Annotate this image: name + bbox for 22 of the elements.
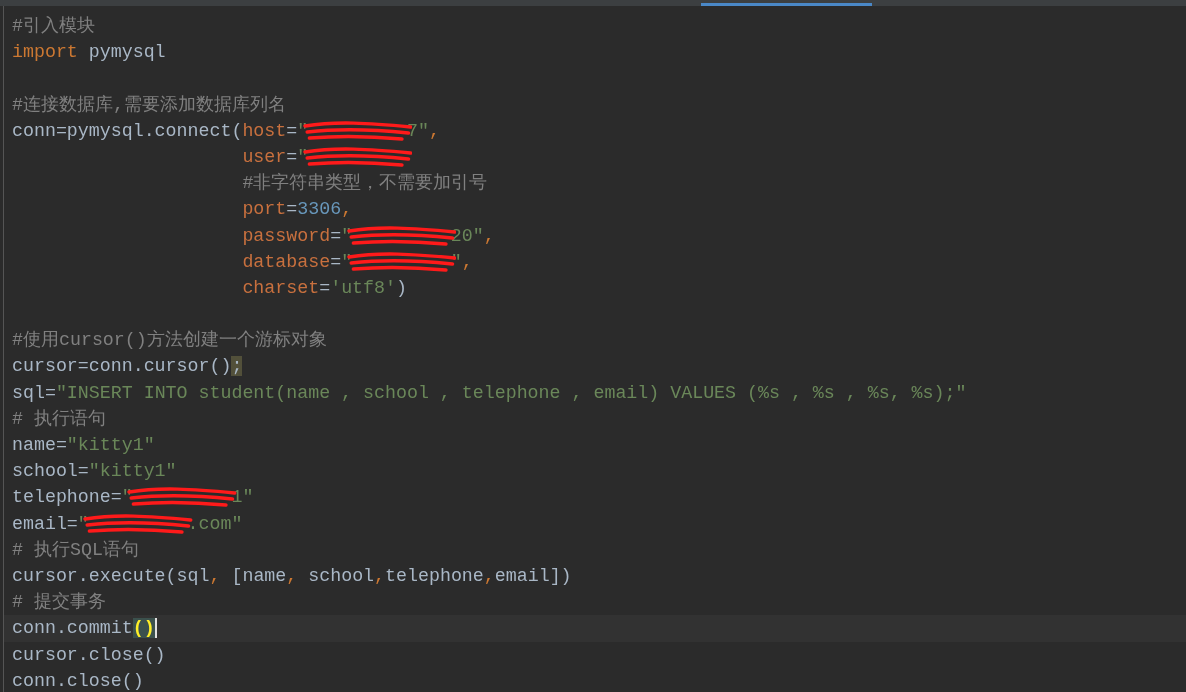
code-line: cursor=conn.cursor();: [12, 356, 243, 377]
code-line: import pymysql: [12, 42, 166, 63]
code-line: charset='utf8'): [242, 277, 407, 298]
code-line: sql="INSERT INTO student(name , school , telephone , email) VALUES (%s , %s , %s, %s);": [12, 382, 967, 403]
code-line: port=3306,: [242, 199, 353, 220]
code-line: 7",: [407, 120, 440, 141]
code-line: #引入模块: [12, 16, 95, 36]
code-line: #连接数据库,需要添加数据库列名: [12, 94, 286, 115]
code-line: conn.close(): [12, 670, 144, 691]
code-line: name="kitty1": [12, 435, 155, 455]
code-line: #使用cursor()方法创建一个游标对象: [12, 330, 327, 351]
code-line: # 提交事务: [12, 592, 106, 613]
code-line: # 执行语句: [12, 408, 106, 429]
code-line: # 执行SQL语句: [12, 539, 139, 560]
code-line: cursor.close(): [12, 644, 166, 665]
code-line: school="kitty1": [12, 461, 177, 482]
code-line: .com": [187, 513, 243, 534]
code-line: #非字符串类型，不需要加引号: [242, 173, 488, 194]
code-line: conn.commit(): [12, 618, 155, 639]
code-line: 20",: [450, 225, 495, 246]
code-line: cursor.execute(sql, [name, school,telephone,email]): [12, 565, 572, 586]
text-caret: [154, 618, 157, 639]
